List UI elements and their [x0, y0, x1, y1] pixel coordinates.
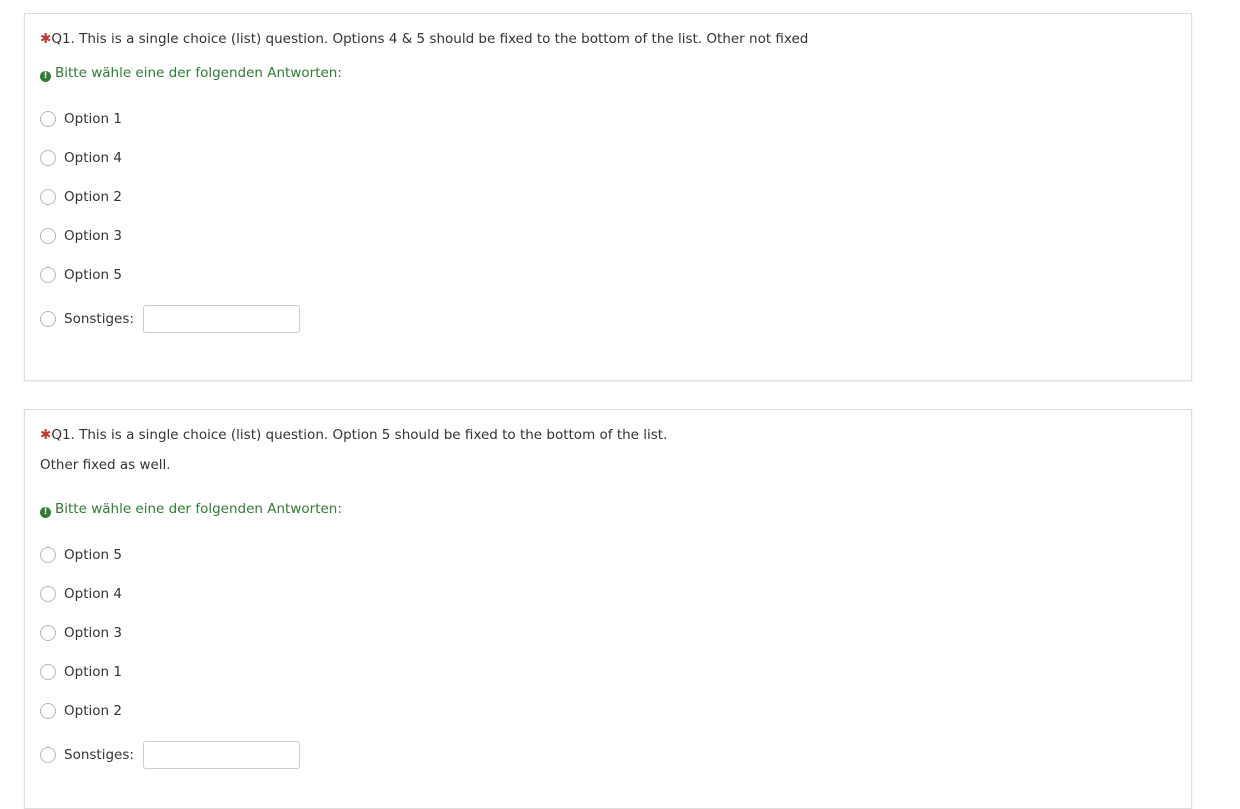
radio-button[interactable]	[40, 703, 56, 719]
question-card-2: ✱Q1. This is a single choice (list) ques…	[24, 409, 1192, 809]
question-title: ✱Q1. This is a single choice (list) ques…	[40, 427, 668, 443]
answer-option-other[interactable]: Sonstiges:	[40, 304, 300, 334]
radio-button[interactable]	[40, 267, 56, 283]
radio-button[interactable]	[40, 547, 56, 563]
radio-button[interactable]	[40, 150, 56, 166]
radio-button[interactable]	[40, 586, 56, 602]
answer-option-label[interactable]: Option 4	[64, 586, 122, 602]
answer-option-label[interactable]: Option 3	[64, 228, 122, 244]
answer-option-label[interactable]: Option 2	[64, 703, 122, 719]
radio-button[interactable]	[40, 189, 56, 205]
question-card-1: ✱Q1. This is a single choice (list) ques…	[24, 13, 1192, 381]
other-label[interactable]: Sonstiges:	[64, 311, 134, 327]
answer-option-label[interactable]: Option 2	[64, 189, 122, 205]
other-text-input[interactable]	[142, 305, 300, 333]
answer-option-label[interactable]: Option 1	[64, 111, 122, 127]
answer-option-label[interactable]: Option 3	[64, 625, 122, 641]
answer-option-other[interactable]: Sonstiges:	[40, 740, 300, 770]
answer-option[interactable]: Option 3	[40, 226, 122, 246]
answer-option-label[interactable]: Option 4	[64, 150, 122, 166]
answer-option[interactable]: Option 4	[40, 148, 122, 168]
mandatory-asterisk-icon: ✱	[40, 31, 52, 47]
question-help: ! Bitte wähle eine der folgenden Antworte…	[40, 500, 342, 518]
other-text-input[interactable]	[142, 741, 300, 769]
question-title: ✱Q1. This is a single choice (list) ques…	[40, 31, 809, 47]
radio-button[interactable]	[40, 311, 56, 327]
exclamation-circle-icon: !	[40, 507, 51, 518]
radio-button[interactable]	[40, 625, 56, 641]
question-subtitle: Other fixed as well.	[40, 457, 171, 473]
radio-button[interactable]	[40, 111, 56, 127]
answer-option-label[interactable]: Option 1	[64, 664, 122, 680]
exclamation-circle-icon: !	[40, 71, 51, 82]
answer-option[interactable]: Option 2	[40, 701, 122, 721]
other-label[interactable]: Sonstiges:	[64, 747, 134, 763]
answer-option[interactable]: Option 4	[40, 584, 122, 604]
answer-option[interactable]: Option 1	[40, 662, 122, 682]
answer-option[interactable]: Option 5	[40, 545, 122, 565]
answer-option[interactable]: Option 1	[40, 109, 122, 129]
answer-option[interactable]: Option 2	[40, 187, 122, 207]
answer-option[interactable]: Option 3	[40, 623, 122, 643]
radio-button[interactable]	[40, 228, 56, 244]
answer-option[interactable]: Option 5	[40, 265, 122, 285]
answer-option-label[interactable]: Option 5	[64, 547, 122, 563]
radio-button[interactable]	[40, 747, 56, 763]
mandatory-asterisk-icon: ✱	[40, 427, 52, 443]
question-help: ! Bitte wähle eine der folgenden Antworte…	[40, 64, 342, 82]
radio-button[interactable]	[40, 664, 56, 680]
answer-option-label[interactable]: Option 5	[64, 267, 122, 283]
